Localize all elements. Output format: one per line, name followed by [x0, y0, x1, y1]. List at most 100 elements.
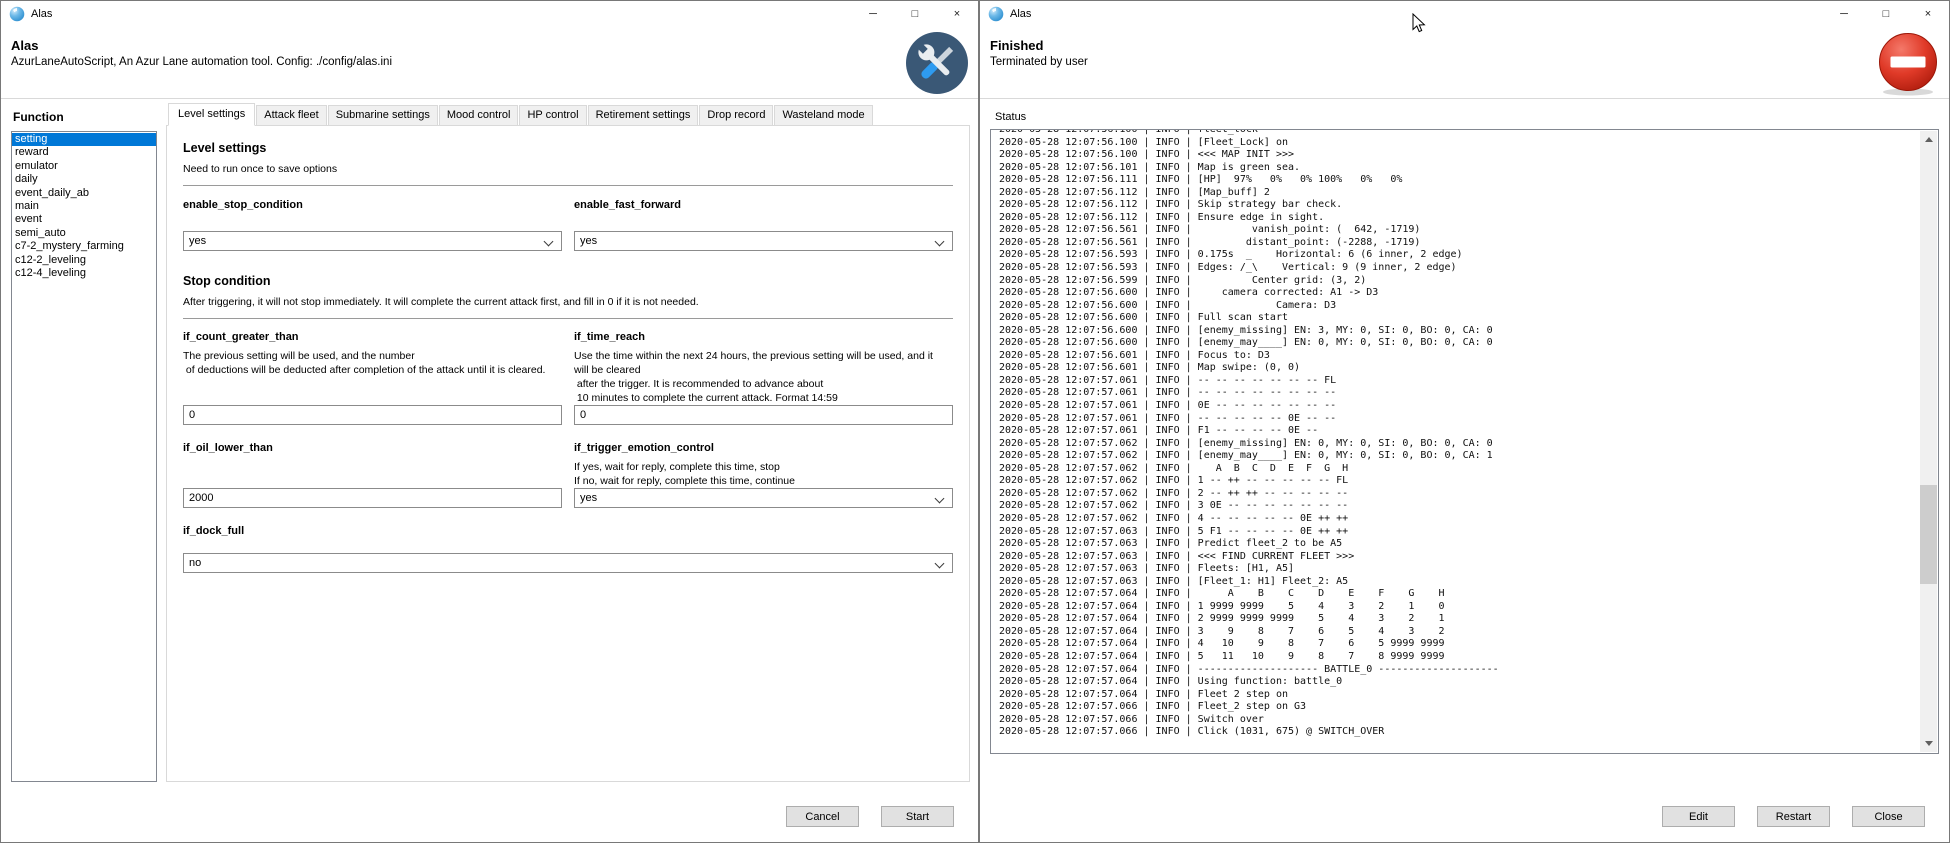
field-desc: If yes, wait for reply, complete this ti… [574, 460, 953, 488]
field-if-oil-lower-than: if_oil_lower_than 2000 [183, 442, 562, 508]
log-line: 2020-05-28 12:07:56.601 | INFO | Map swi… [999, 362, 1920, 375]
log-line: 2020-05-28 12:07:57.061 | INFO | 0E -- -… [999, 400, 1920, 413]
sidebar-item[interactable]: c7-2_mystery_farming [12, 240, 156, 253]
field-if-trigger-emotion-control: if_trigger_emotion_control If yes, wait … [574, 442, 953, 508]
sidebar-item[interactable]: semi_auto [12, 227, 156, 240]
log-line: 2020-05-28 12:07:56.112 | INFO | [Map_bu… [999, 187, 1920, 200]
sidebar-item[interactable]: daily [12, 173, 156, 186]
if-count-greater-than-input[interactable]: 0 [183, 405, 562, 425]
log-line: 2020-05-28 12:07:57.062 | INFO | [enemy_… [999, 438, 1920, 451]
field-if-time-reach: if_time_reach Use the time within the ne… [574, 331, 953, 425]
cancel-button[interactable]: Cancel [786, 806, 859, 827]
log-lines: 2020-05-28 12:07:56.100 | INFO | fleet_l… [991, 129, 1920, 739]
tab[interactable]: Attack fleet [256, 105, 326, 126]
select-value: yes [580, 492, 597, 504]
field-desc: The previous setting will be used, and t… [183, 349, 562, 377]
chevron-down-icon [935, 559, 944, 568]
sidebar-item[interactable]: event [12, 213, 156, 226]
log-line: 2020-05-28 12:07:56.100 | INFO | <<< MAP… [999, 149, 1920, 162]
sidebar-item[interactable]: setting [12, 133, 156, 146]
if-oil-lower-than-input[interactable]: 2000 [183, 488, 562, 508]
chevron-down-icon [935, 237, 944, 246]
log-line: 2020-05-28 12:07:57.062 | INFO | 2 -- ++… [999, 488, 1920, 501]
tab[interactable]: Retirement settings [588, 105, 699, 126]
scroll-down-arrow[interactable] [1920, 735, 1937, 752]
alas-app-icon [9, 6, 25, 22]
log-line: 2020-05-28 12:07:56.593 | INFO | 0.175s … [999, 249, 1920, 262]
enable-fast-forward-select[interactable]: yes [574, 231, 953, 251]
start-button[interactable]: Start [881, 806, 954, 827]
log-line: 2020-05-28 12:07:57.066 | INFO | Switch … [999, 714, 1920, 727]
stop-icon [1876, 31, 1940, 97]
window-title: Alas [1010, 8, 1031, 20]
input-value: 2000 [189, 492, 213, 504]
log-line: 2020-05-28 12:07:57.064 | INFO | 2 9999 … [999, 613, 1920, 626]
field-desc: Use the time within the next 24 hours, t… [574, 349, 953, 405]
log-line: 2020-05-28 12:07:56.112 | INFO | Skip st… [999, 199, 1920, 212]
sidebar-item[interactable]: main [12, 200, 156, 213]
log-line: 2020-05-28 12:07:56.601 | INFO | Focus t… [999, 350, 1920, 363]
field-label: if_count_greater_than [183, 331, 562, 343]
log-scrollbar[interactable] [1920, 131, 1937, 752]
tab[interactable]: Submarine settings [328, 105, 438, 126]
restart-button[interactable]: Restart [1757, 806, 1830, 827]
log-line: 2020-05-28 12:07:57.064 | INFO | Fleet 2… [999, 689, 1920, 702]
status-header: Finished Terminated by user [980, 27, 1949, 99]
titlebar[interactable]: Alas ─ □ × [980, 1, 1949, 27]
chevron-down-icon [544, 237, 553, 246]
sidebar-item[interactable]: emulator [12, 160, 156, 173]
settings-tabbar: Level settingsAttack fleetSubmarine sett… [166, 103, 970, 125]
window-controls: ─ □ × [852, 1, 978, 27]
status-footer: Edit Restart Close [980, 754, 1949, 842]
section-title: Level settings [183, 141, 953, 155]
maximize-button[interactable]: □ [1865, 1, 1907, 27]
log-line: 2020-05-28 12:07:57.062 | INFO | 3 0E --… [999, 500, 1920, 513]
log-line: 2020-05-28 12:07:56.100 | INFO | [Fleet_… [999, 137, 1920, 150]
close-button[interactable]: × [936, 1, 978, 27]
log-line: 2020-05-28 12:07:57.064 | INFO | 4 10 9 … [999, 638, 1920, 651]
log-line: 2020-05-28 12:07:57.064 | INFO | A B C D… [999, 588, 1920, 601]
log-line: 2020-05-28 12:07:57.061 | INFO | -- -- -… [999, 375, 1920, 388]
divider [183, 318, 953, 319]
titlebar[interactable]: Alas ─ □ × [1, 1, 978, 27]
alas-app-icon [988, 6, 1004, 22]
tab[interactable]: HP control [519, 105, 586, 126]
select-value: yes [580, 235, 597, 247]
log-line: 2020-05-28 12:07:57.061 | INFO | -- -- -… [999, 413, 1920, 426]
sidebar-item[interactable]: reward [12, 146, 156, 159]
log-line: 2020-05-28 12:07:56.111 | INFO | [HP] 97… [999, 174, 1920, 187]
function-list[interactable]: settingrewardemulatordailyevent_daily_ab… [11, 131, 157, 782]
if-dock-full-select[interactable]: no [183, 553, 953, 573]
log-line: 2020-05-28 12:07:57.066 | INFO | Fleet_2… [999, 701, 1920, 714]
enable-stop-condition-select[interactable]: yes [183, 231, 562, 251]
status-body: Status 2020-05-28 12:07:56.100 | INFO | … [980, 99, 1949, 754]
log-line: 2020-05-28 12:07:57.062 | INFO | 1 -- ++… [999, 475, 1920, 488]
sidebar-item[interactable]: c12-4_leveling [12, 267, 156, 280]
minimize-button[interactable]: ─ [1823, 1, 1865, 27]
scrollbar-thumb[interactable] [1920, 485, 1937, 584]
log-line: 2020-05-28 12:07:57.062 | INFO | [enemy_… [999, 450, 1920, 463]
log-line: 2020-05-28 12:07:57.063 | INFO | 5 F1 --… [999, 526, 1920, 539]
close-button[interactable]: × [1907, 1, 1949, 27]
field-label: if_time_reach [574, 331, 953, 343]
status-log[interactable]: 2020-05-28 12:07:56.100 | INFO | fleet_l… [990, 129, 1939, 754]
close-window-button[interactable]: Close [1852, 806, 1925, 827]
sidebar-item[interactable]: event_daily_ab [12, 187, 156, 200]
section-desc: Need to run once to save options [183, 163, 953, 175]
tab[interactable]: Drop record [699, 105, 773, 126]
scroll-up-arrow[interactable] [1920, 131, 1937, 148]
settings-main: Level settingsAttack fleetSubmarine sett… [166, 103, 970, 782]
maximize-button[interactable]: □ [894, 1, 936, 27]
edit-button[interactable]: Edit [1662, 806, 1735, 827]
tab[interactable]: Wasteland mode [774, 105, 872, 126]
if-trigger-emotion-control-select[interactable]: yes [574, 488, 953, 508]
log-line: 2020-05-28 12:07:57.066 | INFO | Click (… [999, 726, 1920, 739]
minimize-button[interactable]: ─ [852, 1, 894, 27]
if-time-reach-input[interactable]: 0 [574, 405, 953, 425]
sidebar-item[interactable]: c12-2_leveling [12, 254, 156, 267]
tab[interactable]: Mood control [439, 105, 519, 126]
field-label: if_trigger_emotion_control [574, 442, 953, 454]
field-label: enable_stop_condition [183, 199, 562, 211]
tab[interactable]: Level settings [168, 103, 255, 126]
log-line: 2020-05-28 12:07:56.561 | INFO | distant… [999, 237, 1920, 250]
